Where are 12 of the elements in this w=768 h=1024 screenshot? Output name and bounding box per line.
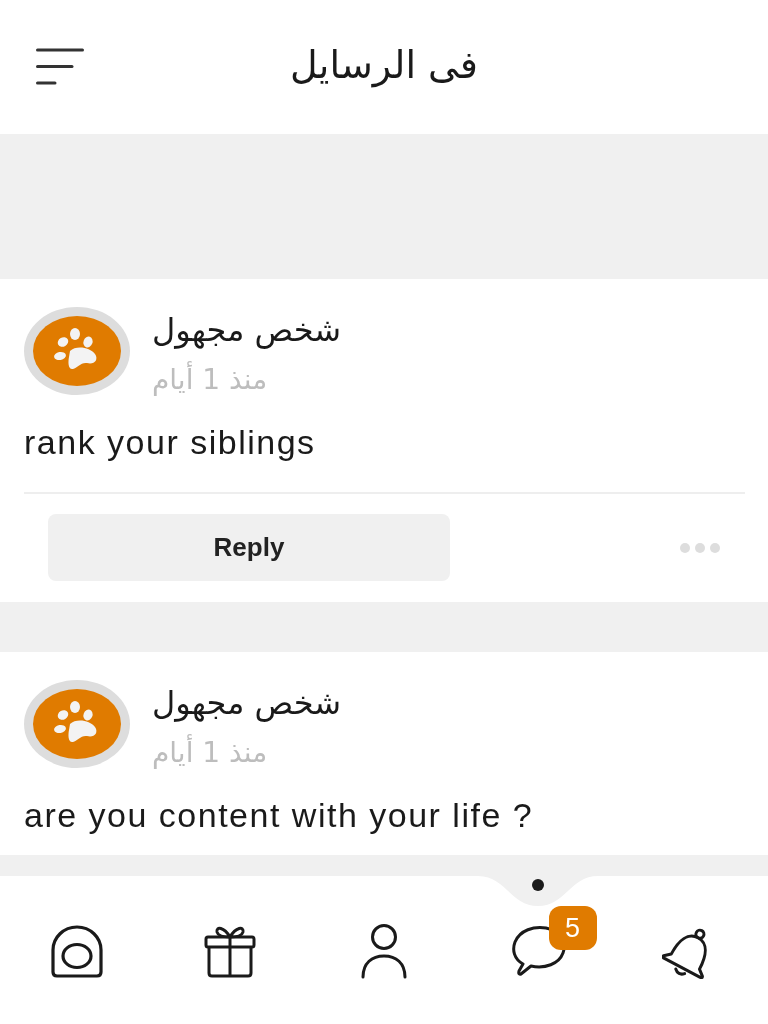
menu-icon[interactable] bbox=[36, 48, 84, 85]
paw-avatar-icon bbox=[24, 307, 130, 395]
paw-avatar-icon bbox=[24, 680, 130, 768]
author-name: شخص مجهول bbox=[152, 683, 342, 723]
unread-count-badge: 5 bbox=[548, 906, 597, 950]
author-name: شخص مجهول bbox=[152, 310, 342, 350]
post-text: rank your siblings bbox=[24, 423, 316, 461]
page-title: فى الرسايل bbox=[290, 42, 478, 90]
reply-button[interactable]: Reply bbox=[48, 514, 450, 581]
post-time: منذ 1 أيام bbox=[152, 736, 268, 770]
post-time: منذ 1 أيام bbox=[152, 363, 268, 397]
post-text: are you content with your life ? bbox=[24, 796, 534, 834]
